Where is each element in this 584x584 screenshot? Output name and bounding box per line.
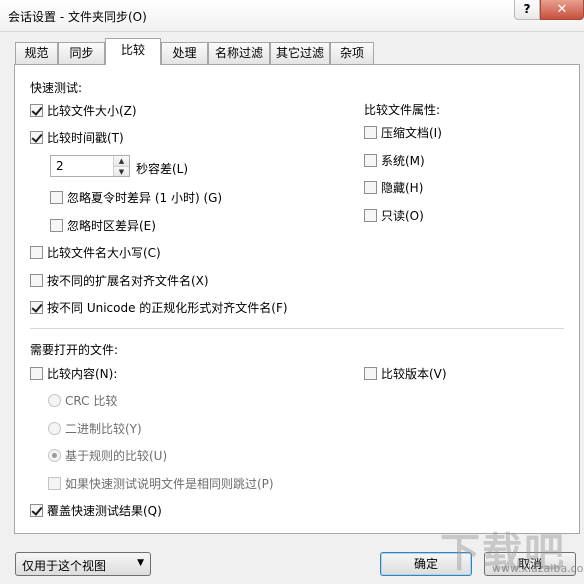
- ignore-timezone-label: 忽略时区差异(E): [67, 218, 156, 233]
- attr-readonly-label: 只读(O): [381, 208, 424, 223]
- ignore-dst-label: 忽略夏令时差异 (1 小时) (G): [67, 190, 223, 205]
- watermark-url: www.xiazaiba.com: [492, 562, 584, 575]
- crc-radio[interactable]: CRC 比较: [48, 392, 117, 408]
- checkbox-box: [30, 273, 43, 287]
- binary-label: 二进制比较(Y): [65, 421, 142, 436]
- checkmark-icon: [30, 103, 43, 117]
- compare-name-case-label: 比较文件名大小写(C): [47, 245, 161, 260]
- tolerance-label: 秒容差(L): [136, 162, 189, 176]
- override-quick-label: 覆盖快速测试结果(Q): [47, 503, 162, 518]
- attr-compressed-checkbox[interactable]: 压缩文档(I): [364, 124, 442, 140]
- checkbox-box: [50, 190, 63, 204]
- rules-label: 基于规则的比较(U): [65, 448, 168, 463]
- checkbox-box: [30, 245, 43, 259]
- compare-size-checkbox[interactable]: 比较文件大小(Z): [30, 102, 137, 118]
- compare-version-label: 比较版本(V): [381, 366, 447, 381]
- tab-misc[interactable]: 杂项: [330, 42, 374, 64]
- radio-selected-icon: [48, 448, 61, 462]
- compare-content-checkbox[interactable]: 比较内容(N):: [30, 365, 117, 381]
- checkbox-box: [50, 218, 63, 232]
- window-titlebar: 会话设置 - 文件夹同步(O) ? ✕: [0, 0, 584, 32]
- compare-timestamp-label: 比较时间戳(T): [47, 130, 124, 145]
- attr-readonly-checkbox[interactable]: 只读(O): [364, 207, 424, 223]
- compare-size-label: 比较文件大小(Z): [47, 103, 137, 118]
- spin-down-icon[interactable]: ▼: [114, 166, 129, 176]
- chevron-down-icon: ▼: [137, 558, 144, 568]
- checkbox-box: [30, 366, 43, 380]
- spinner-buttons: ▲ ▼: [113, 156, 129, 176]
- attr-compressed-label: 压缩文档(I): [381, 125, 442, 140]
- scope-dropdown[interactable]: 仅用于这个视图 ▼: [15, 552, 151, 576]
- ignore-dst-checkbox[interactable]: 忽略夏令时差异 (1 小时) (G): [50, 189, 222, 205]
- skip-if-same-label: 如果快速测试说明文件是相同则跳过(P): [65, 476, 274, 491]
- skip-if-same-checkbox[interactable]: 如果快速测试说明文件是相同则跳过(P): [48, 475, 274, 491]
- attr-hidden-label: 隐藏(H): [381, 180, 424, 195]
- section-divider: [30, 328, 564, 329]
- tab-compare[interactable]: 比较: [105, 38, 161, 65]
- attr-system-checkbox[interactable]: 系统(M): [364, 152, 425, 168]
- tolerance-value[interactable]: 2: [56, 159, 64, 173]
- binary-radio[interactable]: 二进制比较(Y): [48, 420, 142, 436]
- align-unicode-checkbox[interactable]: 按不同 Unicode 的正规化形式对齐文件名(F): [30, 299, 288, 315]
- scope-value: 仅用于这个视图: [22, 559, 107, 573]
- compare-content-label: 比较内容(N):: [47, 366, 118, 381]
- compare-version-checkbox[interactable]: 比较版本(V): [364, 365, 447, 381]
- tab-handling[interactable]: 处理: [161, 42, 208, 64]
- quick-test-heading: 快速测试:: [30, 81, 83, 95]
- attr-hidden-checkbox[interactable]: 隐藏(H): [364, 179, 423, 195]
- checkmark-icon: [30, 300, 43, 314]
- rules-radio[interactable]: 基于规则的比较(U): [48, 447, 167, 463]
- close-button[interactable]: ✕: [540, 0, 584, 20]
- attributes-heading: 比较文件属性:: [364, 103, 441, 117]
- checkmark-icon: [30, 503, 43, 517]
- checkbox-box: [364, 366, 377, 380]
- help-button[interactable]: ?: [514, 0, 540, 20]
- compare-timestamp-checkbox[interactable]: 比较时间戳(T): [30, 129, 124, 145]
- align-unicode-label: 按不同 Unicode 的正规化形式对齐文件名(F): [47, 300, 288, 315]
- tab-name-filter[interactable]: 名称过滤: [208, 42, 270, 64]
- radio-circle: [48, 421, 61, 435]
- open-files-heading: 需要打开的文件:: [30, 343, 119, 357]
- checkbox-box: [364, 125, 377, 139]
- align-extension-checkbox[interactable]: 按不同的扩展名对齐文件名(X): [30, 272, 209, 288]
- attr-system-label: 系统(M): [381, 153, 425, 168]
- tab-other-filter[interactable]: 其它过滤: [270, 42, 330, 64]
- ignore-timezone-checkbox[interactable]: 忽略时区差异(E): [50, 217, 156, 233]
- align-extension-label: 按不同的扩展名对齐文件名(X): [47, 273, 209, 288]
- checkmark-icon: [30, 130, 43, 144]
- checkbox-box: [364, 180, 377, 194]
- window-title: 会话设置 - 文件夹同步(O): [8, 10, 147, 24]
- crc-label: CRC 比较: [65, 393, 118, 408]
- tolerance-spinner[interactable]: 2 ▲ ▼: [50, 155, 130, 177]
- compare-name-case-checkbox[interactable]: 比较文件名大小写(C): [30, 244, 161, 260]
- checkbox-box: [364, 208, 377, 222]
- radio-circle: [48, 393, 61, 407]
- spin-up-icon[interactable]: ▲: [114, 156, 129, 166]
- tab-sync[interactable]: 同步: [58, 42, 105, 64]
- checkbox-box: [364, 153, 377, 167]
- checkbox-box: [48, 476, 61, 490]
- override-quick-checkbox[interactable]: 覆盖快速测试结果(Q): [30, 502, 162, 518]
- tab-spec[interactable]: 规范: [15, 42, 58, 64]
